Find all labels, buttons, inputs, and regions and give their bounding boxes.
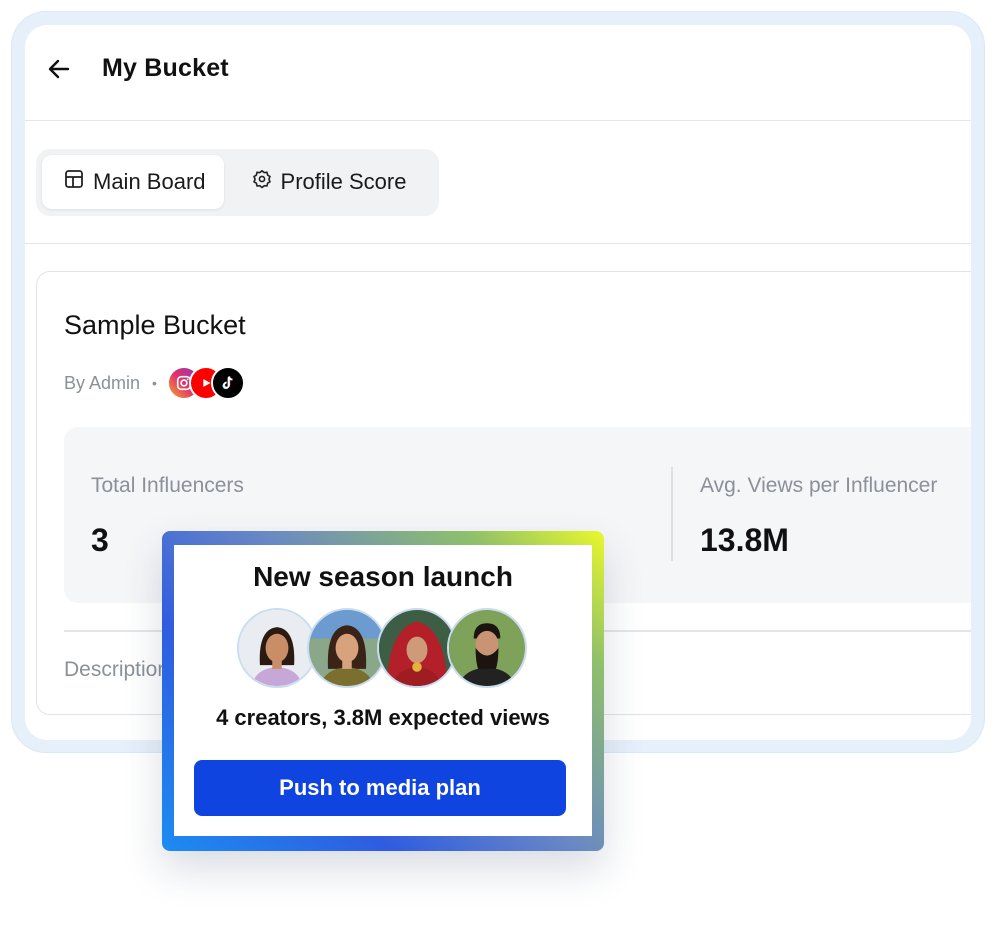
separator-dot: • (152, 375, 157, 391)
creator-avatar-1 (237, 608, 317, 688)
platform-icons (166, 366, 245, 400)
push-to-media-plan-button[interactable]: Push to media plan (194, 760, 566, 816)
description-label: Description (64, 658, 170, 681)
author-label: By Admin (64, 372, 141, 393)
tab-profile-score[interactable]: Profile Score (230, 155, 425, 209)
creator-avatars (237, 608, 527, 688)
stat-value-total-influencers: 3 (91, 522, 109, 558)
bucket-title: Sample Bucket (64, 310, 246, 340)
tab-main-board[interactable]: Main Board (42, 155, 224, 209)
stat-value-avg-views: 13.8M (700, 522, 789, 558)
popup-summary: 4 creators, 3.8M expected views (216, 705, 550, 730)
badge-check-icon (252, 169, 272, 195)
page-header: My Bucket (25, 25, 971, 121)
tiktok-icon (210, 366, 245, 400)
table-icon (64, 169, 84, 195)
tab-group: Main Board Profile Score (36, 149, 439, 216)
popup-title: New season launch (253, 561, 513, 592)
page-title: My Bucket (102, 54, 229, 82)
stat-label-avg-views: Avg. Views per Influencer (700, 474, 938, 497)
tab-label: Main Board (93, 169, 206, 194)
tabs-bar: Main Board Profile Score (25, 122, 971, 244)
creator-avatar-3 (377, 608, 457, 688)
bucket-byline: By Admin • (64, 366, 245, 400)
creator-avatar-2 (307, 608, 387, 688)
tab-label: Profile Score (280, 169, 407, 194)
creator-avatar-4 (447, 608, 527, 688)
stat-label-total-influencers: Total Influencers (91, 474, 244, 497)
media-plan-popup: New season launch 4 creators, 3.8M expec… (174, 545, 592, 836)
stat-divider (671, 467, 673, 561)
back-arrow-icon[interactable] (45, 55, 73, 83)
